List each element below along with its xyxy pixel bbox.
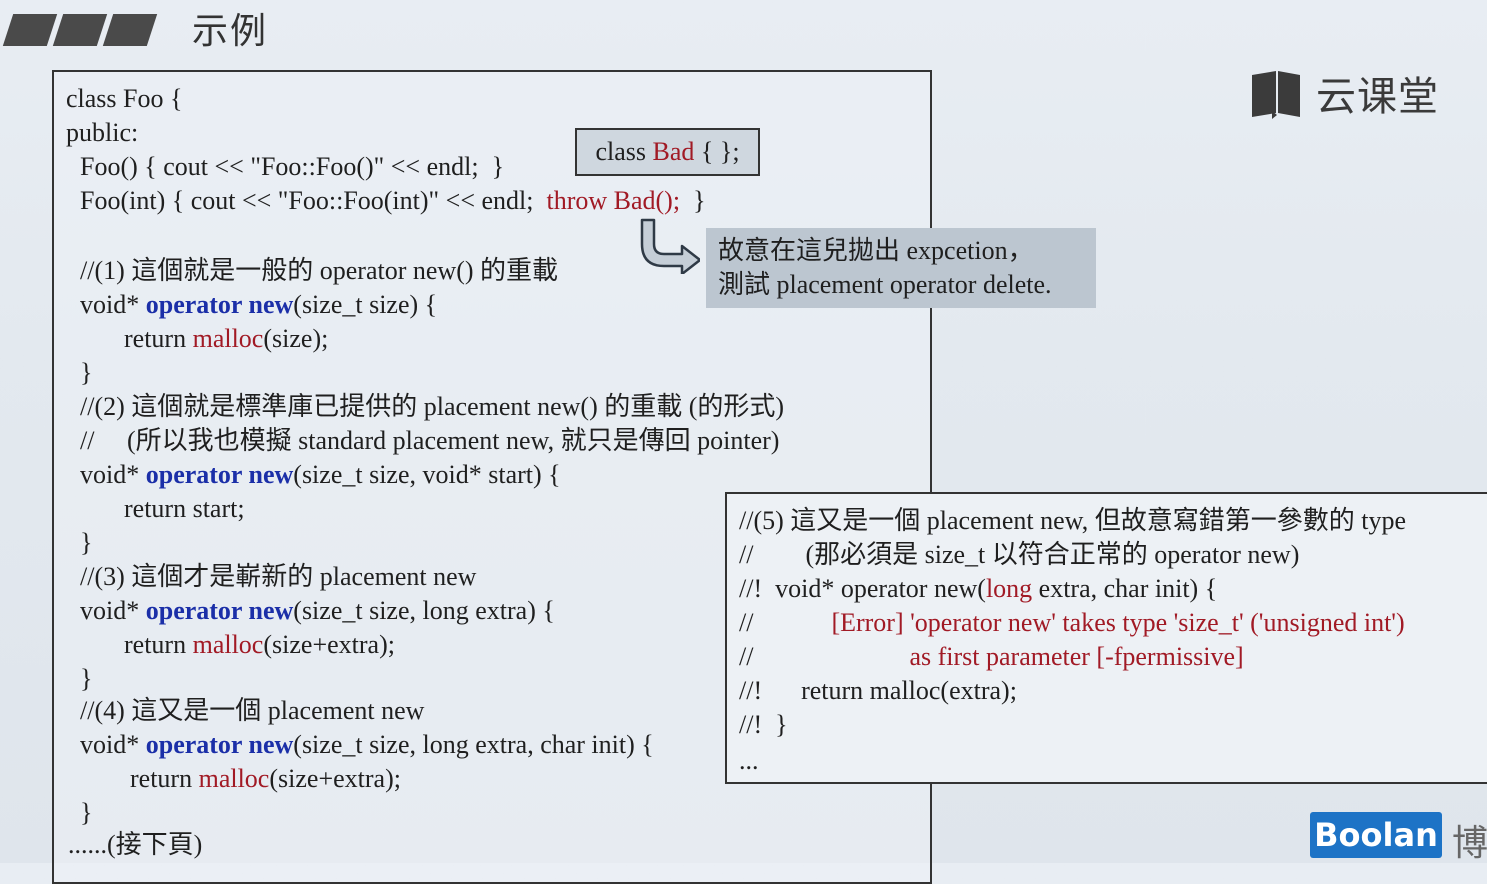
bad-class-name: Bad [652,137,695,166]
code-line: Foo() { cout << "Foo::Foo()" << endl; } [80,152,505,181]
code-block-5: //(5) 這又是一個 placement new, 但故意寫錯第一參數的 ty… [725,492,1487,784]
code-line: //! } [739,710,788,739]
brand: 云课堂 [1250,64,1439,122]
code-line: ... [739,746,759,775]
header-bar [52,14,108,46]
code-comment: //(2) 這個就是標準庫已提供的 placement new() 的重載 (的… [80,392,785,421]
throw-statement: throw Bad(); [546,186,681,215]
code-line: public: [66,118,139,147]
code-line: } [80,664,93,693]
code-line: return malloc(size+extra); [130,764,401,793]
keyword: operator new [145,596,294,625]
code-line: class Foo { [66,84,183,113]
bad-class-box: class Bad { }; [575,128,760,176]
code-line: void* operator new(size_t size, void* st… [80,460,561,489]
code-line: } [80,358,93,387]
note-line: 故意在這兒拋出 expcetion， [718,236,1034,265]
code-comment: // (所以我也模擬 standard placement new, 就只是傳回… [80,426,780,455]
code-line: } [80,528,93,557]
annotation-note: 故意在這兒拋出 expcetion， 測試 placement operator… [706,228,1096,308]
boolan-logo-cn: 博 [1452,823,1487,864]
error-message: as first parameter [-fpermissive] [909,642,1244,671]
error-message: [Error] 'operator new' takes type 'size_… [831,608,1405,637]
code-line: return malloc(size+extra); [124,630,395,659]
keyword: operator new [145,730,294,759]
header-bar [102,14,158,46]
code-comment: // (那必須是 size_t 以符合正常的 operator new) [739,540,1300,569]
keyword: operator new [145,460,294,489]
code-comment: //(5) 這又是一個 placement new, 但故意寫錯第一參數的 ty… [739,506,1406,535]
code-comment: //(1) 這個就是一般的 operator new() 的重載 [80,256,559,285]
note-line: 測試 placement operator delete. [718,270,1052,299]
error-line: // as first parameter [-fpermissive] [739,642,1244,671]
code-line: //! void* operator new(long extra, char … [739,574,1218,603]
boolan-logo: Boolan [1310,812,1442,858]
code-line: //! return malloc(extra); [739,676,1017,705]
header-bar [2,14,58,46]
keyword: operator new [145,290,294,319]
continued-note: ......(接下頁) [68,830,203,859]
wrong-type: long [985,574,1033,603]
code-line: Foo(int) { cout << "Foo::Foo(int)" << en… [80,186,706,215]
slide-title: 示例 [192,11,269,52]
code-line: void* operator new(size_t size, long ext… [80,596,555,625]
code-line: return start; [124,494,245,523]
code-line: return malloc(size); [124,324,329,353]
code-comment: //(4) 這又是一個 placement new [80,696,425,725]
open-book-icon [1250,67,1302,119]
code-line: } [80,798,93,827]
brand-name: 云课堂 [1316,74,1439,120]
code-comment: //(3) 這個才是嶄新的 placement new [80,562,477,591]
curved-arrow-icon [640,218,702,279]
code-line: void* operator new(size_t size) { [80,290,438,319]
code-line: void* operator new(size_t size, long ext… [80,730,654,759]
error-line: // [Error] 'operator new' takes type 'si… [739,608,1405,637]
